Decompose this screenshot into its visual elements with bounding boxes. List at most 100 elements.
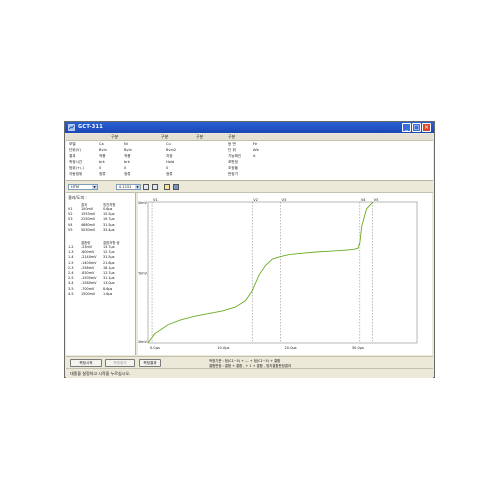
list-item-cell: 21.6μs [103,260,115,265]
plot-frame [147,201,418,344]
start-measure-button[interactable]: 측정시작 [70,359,102,367]
list-item-cell: 4-5 [68,291,74,296]
window-title: GCT-311 [78,124,104,130]
app-icon [68,124,75,131]
info-header-cell: 구분 [228,134,236,139]
list-item-cell: 5030mV [81,227,96,232]
info-cell: Fe [253,142,258,146]
list-item-cell: -600mV [81,250,95,255]
chevron-down-icon: ▼ [135,185,140,189]
list-item-cell: -1580mV [81,281,97,286]
list-item-cell: -1400mV [81,260,97,265]
marker-label: V5 [374,198,379,202]
info-cell: Afe [253,148,259,152]
info-cell: 정류 [166,172,173,176]
info-cell: 0 [124,166,127,170]
info-cell: 범위(+/-) [69,166,84,170]
list-item-cell: -2140mV [81,255,97,260]
list-item-cell: -258mV [81,265,95,270]
list-item-cell: 1-5 [68,260,74,265]
info-cell: 정류 [124,172,131,176]
y-tick-label: 50mV [138,340,148,344]
close-icon[interactable]: × [422,123,431,132]
info-cell: 결과 [69,154,76,158]
list-item-cell: 0.6μs [103,207,113,211]
list-item-cell: 31.5μs [103,222,115,227]
info-cell: 측정시간 [69,160,83,164]
status-text: 대종을 설정하고 시작을 누르십시오. [70,371,131,376]
print-icon[interactable] [152,184,158,190]
list-item-cell: 12.7μs [103,271,115,275]
list-item-cell: 13.0μs [103,281,115,286]
mode-select-value: HTM [71,185,79,189]
list-item-cell: -830mV [81,271,95,275]
results-panel: 결과/도피 : 결과 정전저항 V1 100mV 0.6μs V2 1553mV 15.5… [66,193,136,355]
value-select[interactable]: 0.1151 ▼ [116,184,141,190]
results-panel-title: 결과/도피 : [68,195,87,200]
copy-icon[interactable] [143,184,149,190]
info-cell: Ca [99,142,104,146]
info-cell: brk [99,160,105,164]
list-item-cell: 2-5 [68,276,74,281]
info-cell: A [253,154,256,158]
info-cell: 기능확인 [228,154,242,158]
info-cell: 조정율 [228,166,238,170]
list-item-cell: 3-4 [68,281,74,286]
stop-measure-button[interactable]: 측정중지 [105,359,135,367]
list-item[interactable]: V5 5030mV 33.4μs [68,228,134,234]
list-item-cell: 100mV [81,207,94,211]
chevron-down-icon: ▼ [92,185,97,189]
list-item-cell: 33.4μs [103,227,115,232]
info-cell: 적용 [124,154,131,158]
x-tick-label: 0.0μs [150,346,160,350]
x-tick-label: 20.0μs [285,346,297,350]
info-cell: 지정 [166,154,173,158]
list-item-cell: 2-3 [68,265,74,270]
maximize-icon[interactable]: □ [412,123,421,132]
y-tick-label: 1170mV [138,272,148,276]
status-bar: 대종을 설정하고 시작을 누르십시오. [66,368,433,378]
chart-area: 5040mV 1170mV 50mV0.0μs 10.0μs 20.0μs 30.0μs V… [132,193,432,355]
list-item-cell: 12.7μs [103,250,115,255]
waveform-chart: 5040mV 1170mV 50mV0.0μs 10.0μs 20.0μs 30.0μs V… [132,198,418,350]
minimize-icon[interactable]: _ [402,123,411,132]
list-item-cell: 13.7μs [103,245,115,249]
list-item-cell: 19.7μs [103,217,115,222]
marker-label: V4 [361,198,366,202]
x-tick-label: 30.0μs [352,346,364,350]
info-cell: 모델 [69,142,76,146]
info-cell: Bvin [99,148,107,152]
value-select-value: 0.1151 [119,185,132,189]
mode-select[interactable]: HTM ▼ [68,184,98,190]
info-cell: Cu [166,142,171,146]
list-item-cell: V2 [68,212,73,217]
info-header-cell: 구분 [111,134,119,139]
list-item[interactable]: 4-5 1500mV 1.6μs [68,292,134,298]
title-bar[interactable]: GCT-311 _ □ × [65,122,434,133]
list-item-cell: 1-4 [68,255,74,260]
info-cell: 단 위 [228,148,236,152]
info-table-header: 구분 구분 구분 구분 [66,134,433,141]
list-item-cell: 31.1μs [103,276,115,281]
info-cell: Ni [124,142,128,146]
list-item-cell: 18.1μs [103,265,115,270]
list-item-cell: 15.5μs [103,212,115,217]
info-cell: 자동범위 [69,172,83,176]
measure-result-button[interactable]: 측정결과 [139,359,161,367]
info-table: 구분 구분 구분 구분 모델 Ca Ni Cu 등 번 Fe 단위(V) Bvin Bvin Bv… [66,134,433,181]
list-item-cell: 2250mV [81,217,96,222]
list-item-cell: -700mV [81,286,95,291]
folder-open-icon[interactable] [164,184,170,190]
list-item-cell: -1500mV [81,276,97,281]
info-cell: 포판정 [228,160,238,164]
list-item-cell: 1500mV [81,291,96,296]
bottom-panel: 측정시작 측정중지 측정결과 적정기준 : 정(C1~5) + --- + 정(… [66,356,433,368]
list-item-cell: 4680mV [81,222,96,227]
list-item-cell: 3-5 [68,286,74,291]
list-item-cell: 8.6μs [103,286,113,291]
list-item-cell: 1553mV [81,212,96,217]
save-icon[interactable] [173,184,179,190]
info-cell: Bvin [124,148,132,152]
app-window: GCT-311 _ □ × 구분 구분 구분 구분 모델 Ca Ni Cu 등 번 Fe 단… [64,121,435,378]
list-item-cell: 1.6μs [103,291,113,296]
